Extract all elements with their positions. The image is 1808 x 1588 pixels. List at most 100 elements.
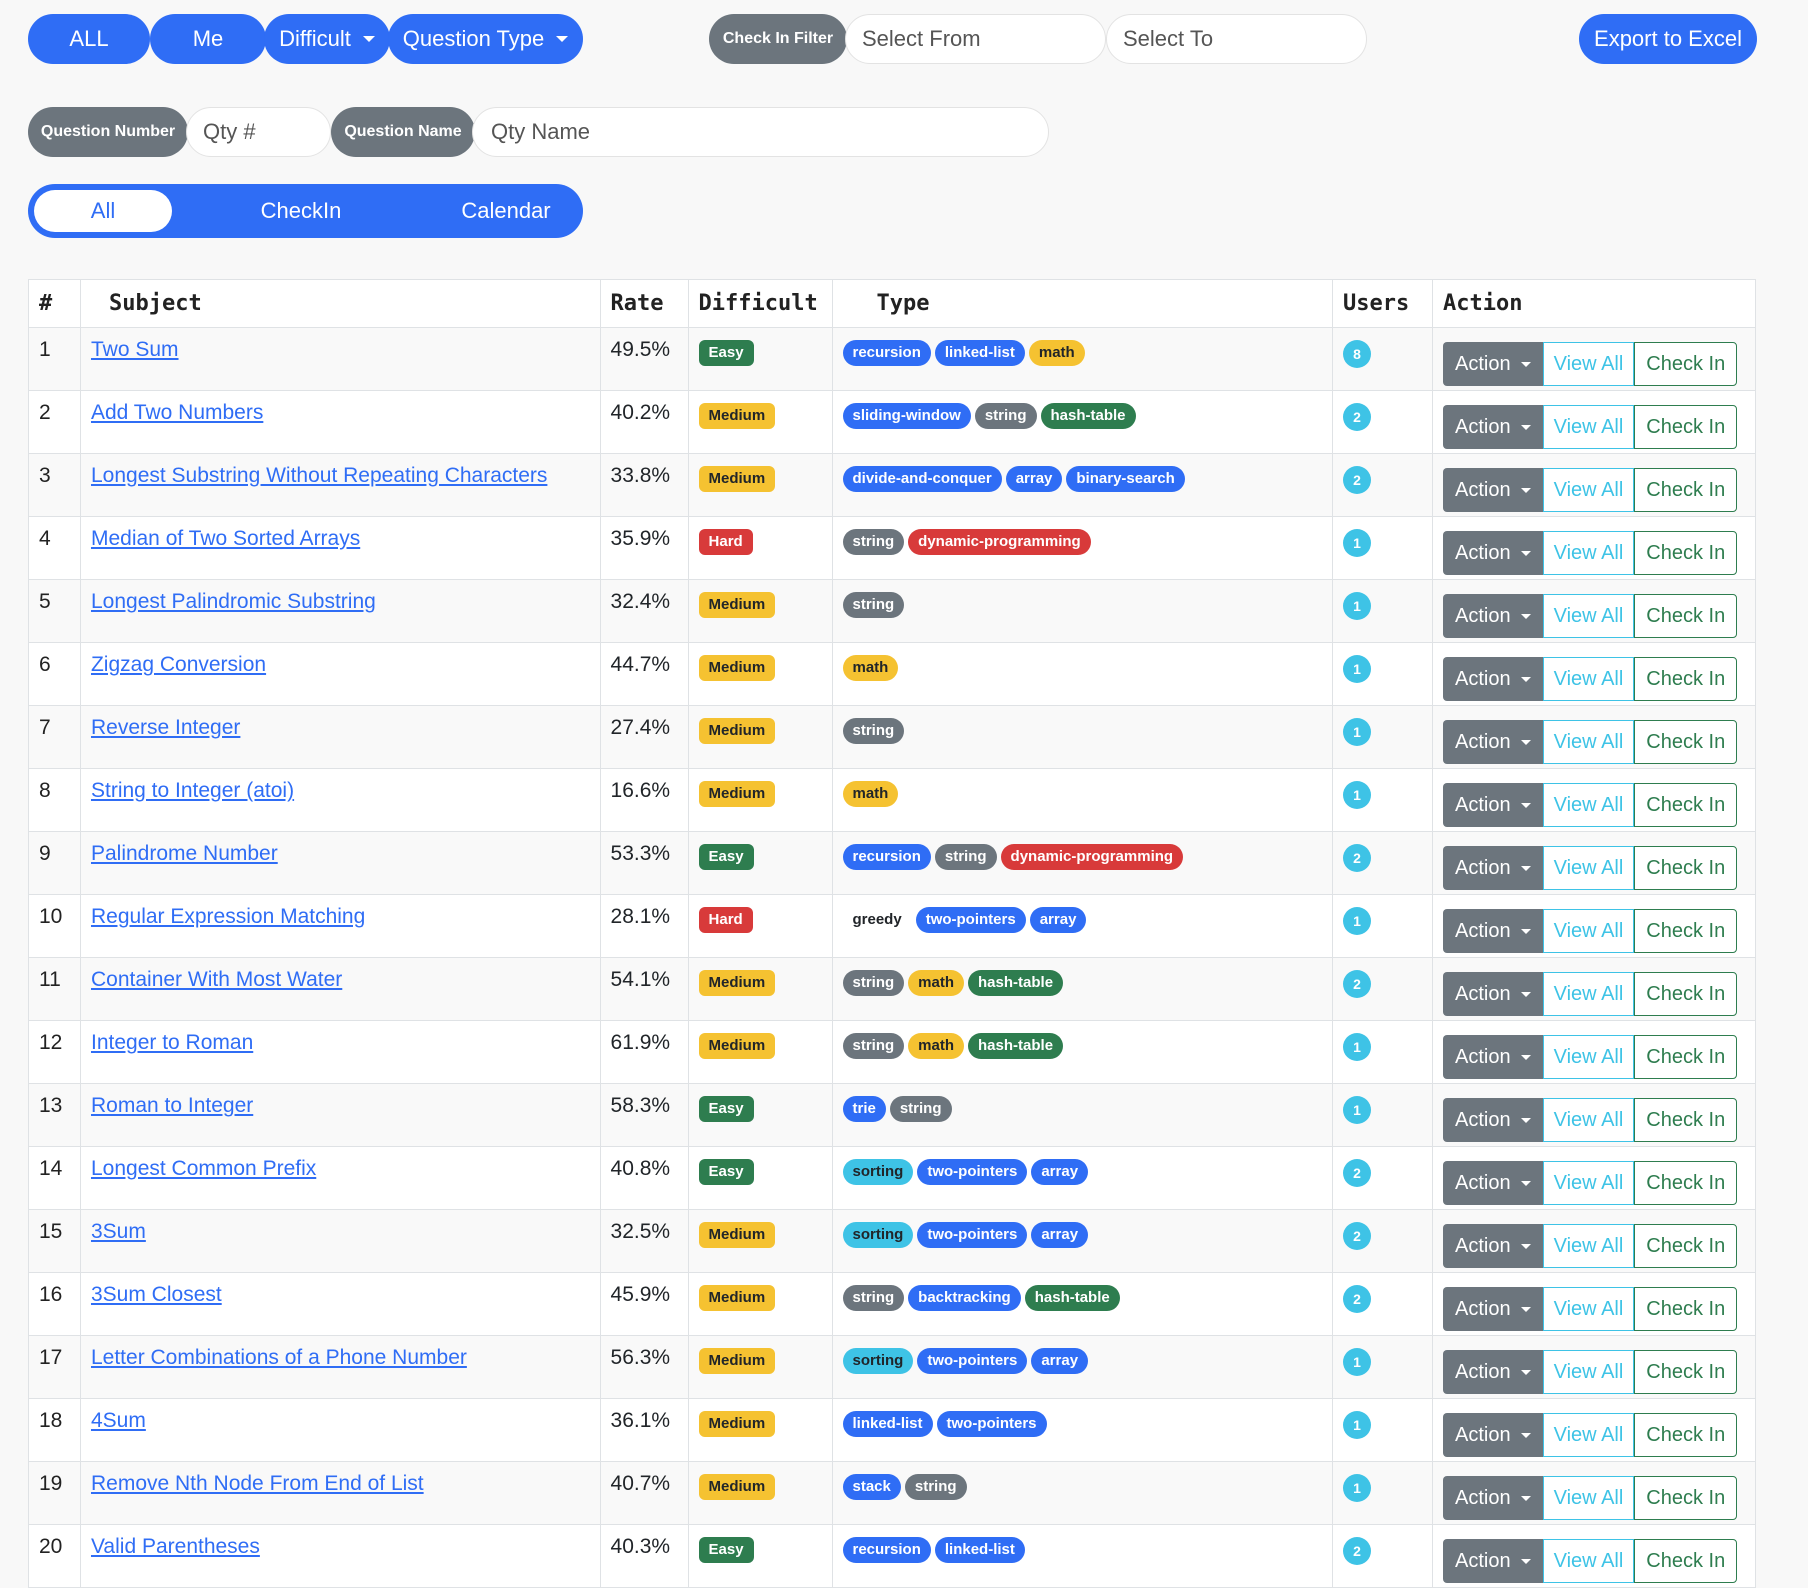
check-in-button[interactable]: Check In <box>1634 1161 1738 1205</box>
action-dropdown-button[interactable]: Action <box>1443 531 1543 575</box>
view-all-button[interactable]: View All <box>1542 783 1635 827</box>
type-tag: string <box>889 1096 952 1122</box>
view-all-button[interactable]: View All <box>1542 1539 1635 1583</box>
subject-link[interactable]: Remove Nth Node From End of List <box>91 1472 424 1495</box>
type-tag: two-pointers <box>917 1348 1028 1374</box>
subject-link[interactable]: Reverse Integer <box>91 716 240 739</box>
subject-link[interactable]: Container With Most Water <box>91 968 342 991</box>
view-all-button[interactable]: View All <box>1542 909 1635 953</box>
action-dropdown-button[interactable]: Action <box>1443 1413 1543 1457</box>
view-all-button[interactable]: View All <box>1542 594 1635 638</box>
view-all-button[interactable]: View All <box>1542 657 1635 701</box>
action-dropdown-button[interactable]: Action <box>1443 1350 1543 1394</box>
check-in-button[interactable]: Check In <box>1634 783 1738 827</box>
all-filter-button[interactable]: ALL <box>28 14 150 64</box>
check-in-button[interactable]: Check In <box>1634 1413 1738 1457</box>
action-cell: Action View All Check In <box>1432 1272 1756 1336</box>
check-in-button[interactable]: Check In <box>1634 720 1738 764</box>
check-in-button[interactable]: Check In <box>1634 972 1738 1016</box>
view-all-button[interactable]: View All <box>1542 972 1635 1016</box>
view-all-button[interactable]: View All <box>1542 1287 1635 1331</box>
check-in-button[interactable]: Check In <box>1634 594 1738 638</box>
tab-all[interactable]: All <box>34 190 172 232</box>
users-count-badge: 1 <box>1343 718 1372 746</box>
select-to-input[interactable]: Select To <box>1106 14 1367 64</box>
action-dropdown-button[interactable]: Action <box>1443 1476 1543 1520</box>
view-all-button[interactable]: View All <box>1542 1350 1635 1394</box>
check-in-button[interactable]: Check In <box>1634 1098 1738 1142</box>
tab-checkin[interactable]: CheckIn <box>196 184 406 238</box>
action-dropdown-button[interactable]: Action <box>1443 720 1543 764</box>
action-dropdown-button[interactable]: Action <box>1443 1539 1543 1583</box>
check-in-button[interactable]: Check In <box>1634 531 1738 575</box>
subject-link[interactable]: Roman to Integer <box>91 1094 253 1117</box>
check-in-button[interactable]: Check In <box>1634 1350 1738 1394</box>
action-dropdown-button[interactable]: Action <box>1443 468 1543 512</box>
subject-link[interactable]: Valid Parentheses <box>91 1535 260 1558</box>
action-dropdown-button[interactable]: Action <box>1443 846 1543 890</box>
action-dropdown-button[interactable]: Action <box>1443 1035 1543 1079</box>
me-filter-button[interactable]: Me <box>150 14 266 64</box>
subject-link[interactable]: Median of Two Sorted Arrays <box>91 527 360 550</box>
check-in-button[interactable]: Check In <box>1634 846 1738 890</box>
view-all-button[interactable]: View All <box>1542 405 1635 449</box>
action-dropdown-button[interactable]: Action <box>1443 1287 1543 1331</box>
export-excel-button[interactable]: Export to Excel <box>1579 14 1757 64</box>
subject-link[interactable]: Longest Substring Without Repeating Char… <box>91 464 547 487</box>
type-tag: string <box>842 592 905 618</box>
action-dropdown-button[interactable]: Action <box>1443 1098 1543 1142</box>
qty-number-input[interactable]: Qty # <box>186 107 331 157</box>
subject-link[interactable]: Longest Palindromic Substring <box>91 590 376 613</box>
qty-name-input[interactable]: Qty Name <box>472 107 1049 157</box>
subject-link[interactable]: Zigzag Conversion <box>91 653 266 676</box>
subject-link[interactable]: Integer to Roman <box>91 1031 253 1054</box>
action-dropdown-button[interactable]: Action <box>1443 1161 1543 1205</box>
action-dropdown-button[interactable]: Action <box>1443 342 1543 386</box>
tab-calendar[interactable]: Calendar <box>400 184 612 238</box>
subject-link[interactable]: Two Sum <box>91 338 179 361</box>
action-label: Action <box>1455 1045 1511 1068</box>
check-in-button[interactable]: Check In <box>1634 405 1738 449</box>
subject-link[interactable]: 3Sum <box>91 1220 146 1243</box>
view-all-button[interactable]: View All <box>1542 531 1635 575</box>
subject-link[interactable]: 3Sum Closest <box>91 1283 222 1306</box>
subject-link[interactable]: Add Two Numbers <box>91 401 263 424</box>
view-all-button[interactable]: View All <box>1542 1413 1635 1457</box>
view-all-button[interactable]: View All <box>1542 1035 1635 1079</box>
subject-link[interactable]: Regular Expression Matching <box>91 905 365 928</box>
subject-link[interactable]: 4Sum <box>91 1409 146 1432</box>
check-in-button[interactable]: Check In <box>1634 468 1738 512</box>
view-all-button[interactable]: View All <box>1542 846 1635 890</box>
check-in-button[interactable]: Check In <box>1634 342 1738 386</box>
action-dropdown-button[interactable]: Action <box>1443 972 1543 1016</box>
action-dropdown-button[interactable]: Action <box>1443 657 1543 701</box>
difficult-dropdown-button[interactable]: Difficult <box>264 14 390 64</box>
check-in-button[interactable]: Check In <box>1634 1035 1738 1079</box>
check-in-button[interactable]: Check In <box>1634 657 1738 701</box>
check-in-button[interactable]: Check In <box>1634 909 1738 953</box>
action-dropdown-button[interactable]: Action <box>1443 783 1543 827</box>
view-all-button[interactable]: View All <box>1542 720 1635 764</box>
action-dropdown-button[interactable]: Action <box>1443 594 1543 638</box>
rate-value: 45.9% <box>599 1272 689 1336</box>
check-in-button[interactable]: Check In <box>1634 1287 1738 1331</box>
subject-link[interactable]: String to Integer (atoi) <box>91 779 294 802</box>
check-in-button[interactable]: Check In <box>1634 1476 1738 1520</box>
view-all-button[interactable]: View All <box>1542 1224 1635 1268</box>
action-dropdown-button[interactable]: Action <box>1443 909 1543 953</box>
view-all-button[interactable]: View All <box>1542 1161 1635 1205</box>
check-in-button[interactable]: Check In <box>1634 1539 1738 1583</box>
question-type-dropdown-button[interactable]: Question Type <box>388 14 583 64</box>
subject-link[interactable]: Longest Common Prefix <box>91 1157 316 1180</box>
subject-link[interactable]: Letter Combinations of a Phone Number <box>91 1346 467 1369</box>
view-all-button[interactable]: View All <box>1542 342 1635 386</box>
view-all-button[interactable]: View All <box>1542 1098 1635 1142</box>
action-dropdown-button[interactable]: Action <box>1443 1224 1543 1268</box>
subject-link[interactable]: Palindrome Number <box>91 842 278 865</box>
view-all-button[interactable]: View All <box>1542 1476 1635 1520</box>
select-from-input[interactable]: Select From <box>845 14 1106 64</box>
check-in-button[interactable]: Check In <box>1634 1224 1738 1268</box>
action-dropdown-button[interactable]: Action <box>1443 405 1543 449</box>
view-all-button[interactable]: View All <box>1542 468 1635 512</box>
type-cell: linked-list two-pointers <box>831 1398 1334 1462</box>
